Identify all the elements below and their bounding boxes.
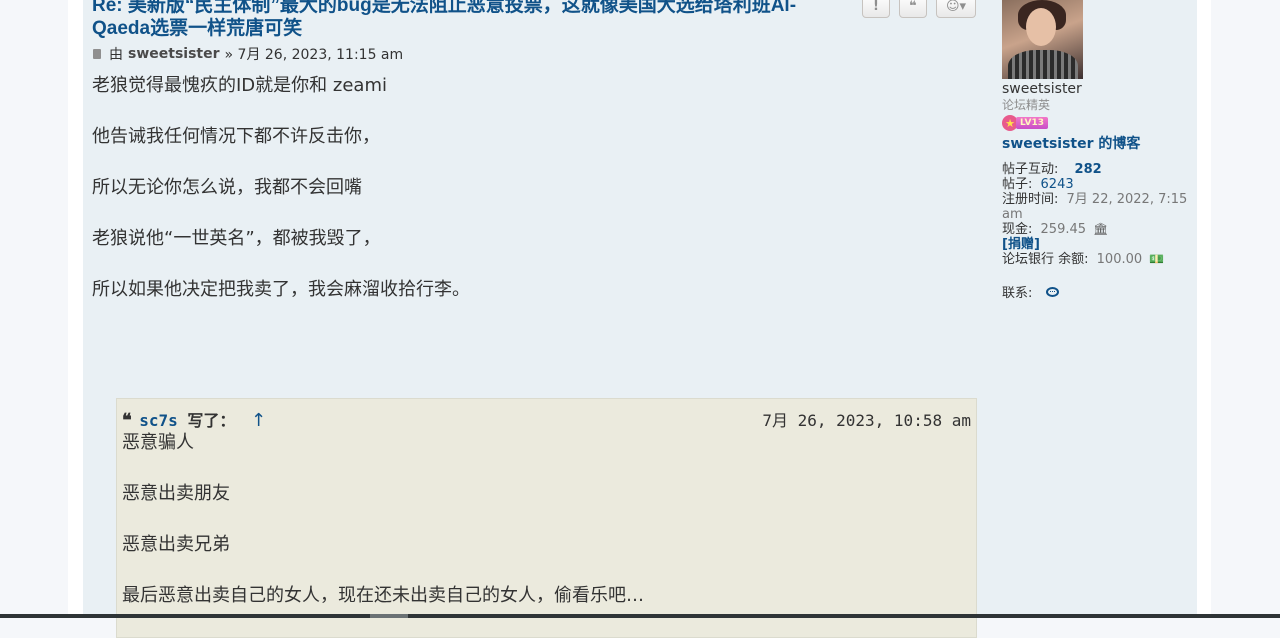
quote-button[interactable]: ❝	[899, 0, 927, 18]
post-buttons: ! ❝ ☺▾	[862, 0, 976, 18]
post-profile: sweetsister 论坛精英 ★ LV13 sweetsister 的博客 …	[1002, 0, 1196, 301]
stat-label: 帖子:	[1002, 177, 1033, 192]
quote-icon: ❝	[909, 0, 917, 14]
post-paragraph: 老狼觉得最愧疚的ID就是你和 zeami	[92, 75, 387, 96]
quote-line: 恶意出卖朋友	[122, 483, 230, 504]
stat-label: 注册时间:	[1002, 192, 1059, 207]
stat-cash: 现金: 259.45 🏛	[1002, 222, 1196, 237]
post-paragraph: 老狼说他“一世英名”，都被我毁了，	[92, 228, 381, 249]
profile-stats: 帖子互动: 282 帖子: 6243 注册时间: 7月 22, 2022, 7:…	[1002, 162, 1196, 267]
post-author-link[interactable]: sweetsister	[128, 46, 220, 62]
quote-line: 恶意骗人	[122, 432, 194, 453]
post-title-line-2[interactable]: Qaeda选票一样荒唐可笑	[92, 17, 822, 40]
report-icon: !	[873, 0, 879, 14]
profile-blog-link[interactable]: sweetsister 的博客	[1002, 133, 1196, 153]
level-badge: ★ LV13	[1002, 114, 1196, 132]
post-title-line-1[interactable]: Re: 美新版“民主体制”最大的bug是无法阻止恶意投票，这就像美国大选给塔利班…	[92, 0, 822, 17]
quote-wrote-label: 写了：	[187, 411, 236, 430]
arrow-up-icon[interactable]: ↑	[251, 410, 266, 431]
stat-bank-value: 100.00	[1096, 252, 1143, 267]
stat-bank: 论坛银行 余额: 100.00 💵	[1002, 252, 1196, 267]
quote-mark-icon: ❝	[122, 410, 132, 431]
post-paragraph: 所以无论你怎么说，我都不会回嘴	[92, 177, 362, 198]
donate-link[interactable]: [捐赠]	[1002, 237, 1040, 252]
post-paragraph: 所以如果他决定把我卖了，我会麻溜收拾行李。	[92, 279, 470, 300]
avatar[interactable]	[1002, 0, 1083, 79]
stat-label: 现金:	[1002, 222, 1033, 237]
profile-username[interactable]: sweetsister	[1002, 81, 1196, 98]
stat-posts-value[interactable]: 6243	[1041, 177, 1074, 192]
bottom-scrollbar[interactable]	[0, 614, 1280, 618]
stat-cash-value: 259.45	[1040, 222, 1087, 237]
scrollbar-thumb[interactable]	[370, 614, 408, 618]
post-content: 老狼觉得最愧疚的ID就是你和 zeami 他告诫我任何情况下都不许反击你， 所以…	[92, 73, 470, 328]
stat-posts: 帖子: 6243	[1002, 177, 1196, 192]
quote-line: 恶意出卖兄弟	[122, 534, 230, 555]
stat-label: 帖子互动:	[1002, 162, 1059, 177]
quote-time: 7月 26, 2023, 10:58 am	[762, 411, 971, 430]
profile-rank: 论坛精英	[1002, 98, 1051, 112]
avatar-face	[1026, 8, 1056, 46]
quote-body: 恶意骗人 恶意出卖朋友 恶意出卖兄弟 最后恶意出卖自己的女人，现在还未出卖自己的…	[122, 430, 644, 634]
reaction-button[interactable]: ☺▾	[936, 0, 976, 18]
stat-donate: [捐赠]	[1002, 237, 1196, 252]
report-button[interactable]: !	[862, 0, 890, 18]
contact-row: 联系:	[1002, 282, 1196, 301]
stat-interactions: 帖子互动: 282	[1002, 162, 1196, 177]
chat-bubble-icon[interactable]	[1046, 286, 1060, 297]
quote-user-link[interactable]: sc7s	[139, 411, 178, 430]
quote-block: ❝ sc7s 写了： ↑ 7月 26, 2023, 10:58 am 恶意骗人 …	[116, 398, 977, 638]
post-title[interactable]: Re: 美新版“民主体制”最大的bug是无法阻止恶意投票，这就像美国大选给塔利班…	[92, 0, 822, 40]
post-date: » 7月 26, 2023, 11:15 am	[224, 47, 404, 63]
by-label: 由	[109, 47, 123, 63]
post-file-icon[interactable]	[93, 49, 101, 59]
avatar-body	[1008, 50, 1078, 79]
quote-line: 最后恶意出卖自己的女人，现在还未出卖自己的女人，偷看乐吧…	[122, 585, 644, 606]
level-label: LV13	[1016, 117, 1048, 129]
smiley-icon: ☺▾	[945, 0, 967, 14]
money-icon: 💵	[1149, 252, 1165, 266]
stat-interactions-value[interactable]: 282	[1075, 162, 1102, 177]
post-author-line: 由 sweetsister » 7月 26, 2023, 11:15 am	[93, 44, 403, 64]
contact-label: 联系:	[1002, 286, 1033, 301]
quote-cite: ❝ sc7s 写了： ↑ 7月 26, 2023, 10:58 am	[122, 407, 971, 431]
stat-label: 论坛银行 余额:	[1002, 252, 1089, 267]
post-paragraph: 他告诫我任何情况下都不许反击你，	[92, 126, 380, 147]
bank-building-icon: 🏛	[1093, 222, 1109, 236]
stat-joined: 注册时间: 7月 22, 2022, 7:15 am	[1002, 192, 1196, 222]
